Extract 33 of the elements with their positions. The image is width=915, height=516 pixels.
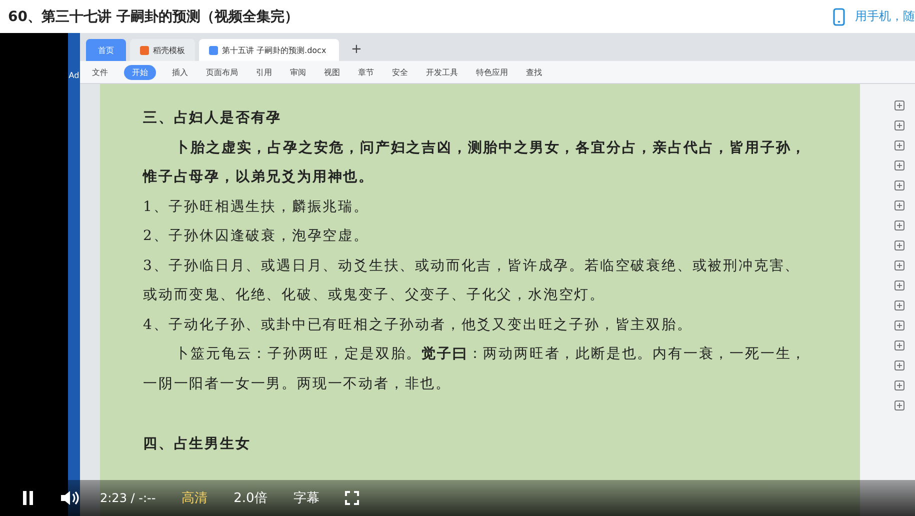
desktop-icon-label: Ad: [68, 71, 80, 80]
ribbon-tab[interactable]: 视图: [322, 66, 342, 78]
ribbon-tab[interactable]: 查找: [524, 66, 544, 78]
ribbon-tab[interactable]: 审阅: [288, 66, 308, 78]
ribbon-tab[interactable]: 开发工具: [424, 66, 460, 78]
paragraph: 1、子孙旺相遇生扶，麟振兆瑞。: [143, 198, 370, 216]
paragraph: 4、子动化子孙、或卦中已有旺相之子孙动者，他爻又变出旺之子孙，皆主双胎。: [143, 316, 694, 334]
video-title: 60、第三十七讲 子嗣卦的预测（视频全集完）: [8, 8, 298, 26]
paragraph: 卜筮元龟云：子孙两旺，定是双胎。觉子曰：两动两旺者，此断是也。内有一衰，一死一生，一阴一阳者一女一男。两现一不动者，非也。: [143, 345, 808, 394]
paragraph: 2、子孙休囚逢破衰，泡孕空虚。: [143, 227, 370, 246]
paragraph: 3、子孙临日月、或遇日月、动爻生扶、或动而化吉，皆许成孕。若临空破衰绝、或被刑冲克害、或动而变鬼、化绝、化破、或鬼变子、父变子、子化父，水泡空灯。: [143, 256, 802, 305]
ribbon-tab[interactable]: 特色应用: [474, 66, 510, 78]
section-heading: 四、占生男生女: [143, 435, 252, 454]
ribbon-tab[interactable]: 章节: [356, 66, 376, 78]
document-tab[interactable]: 第十五讲 子嗣卦的预测.docx: [199, 39, 339, 61]
ribbon-tab[interactable]: 页面布局: [204, 66, 240, 78]
player-option[interactable]: 字幕: [293, 489, 320, 507]
volume-icon[interactable]: [60, 489, 80, 507]
playback-time: 2:23 / -:--: [100, 491, 156, 505]
new-tab-button[interactable]: +: [343, 42, 370, 61]
ribbon-tab[interactable]: 插入: [170, 66, 190, 78]
pause-button[interactable]: [22, 491, 34, 505]
mobile-link[interactable]: 用手机，随: [855, 8, 915, 25]
ribbon-tab[interactable]: 引用: [254, 66, 274, 78]
phone-icon[interactable]: [833, 8, 845, 26]
document-tab[interactable]: 稻壳模板: [130, 39, 195, 61]
fullscreen-icon[interactable]: [345, 491, 360, 505]
ribbon-tab[interactable]: 安全: [390, 66, 410, 78]
paragraph: 卜胎之虚实，占孕之安危，问产妇之吉凶，测胎中之男女，各宜分占，亲占代占，皆用子孙，惟子占母孕，以弟兄爻为用神也。: [143, 138, 808, 187]
player-option[interactable]: 高清: [182, 489, 208, 507]
ribbon-tab[interactable]: 文件: [90, 66, 110, 78]
player-option[interactable]: 2.0倍: [234, 489, 268, 507]
section-heading: 三、占妇人是否有孕: [143, 109, 283, 128]
